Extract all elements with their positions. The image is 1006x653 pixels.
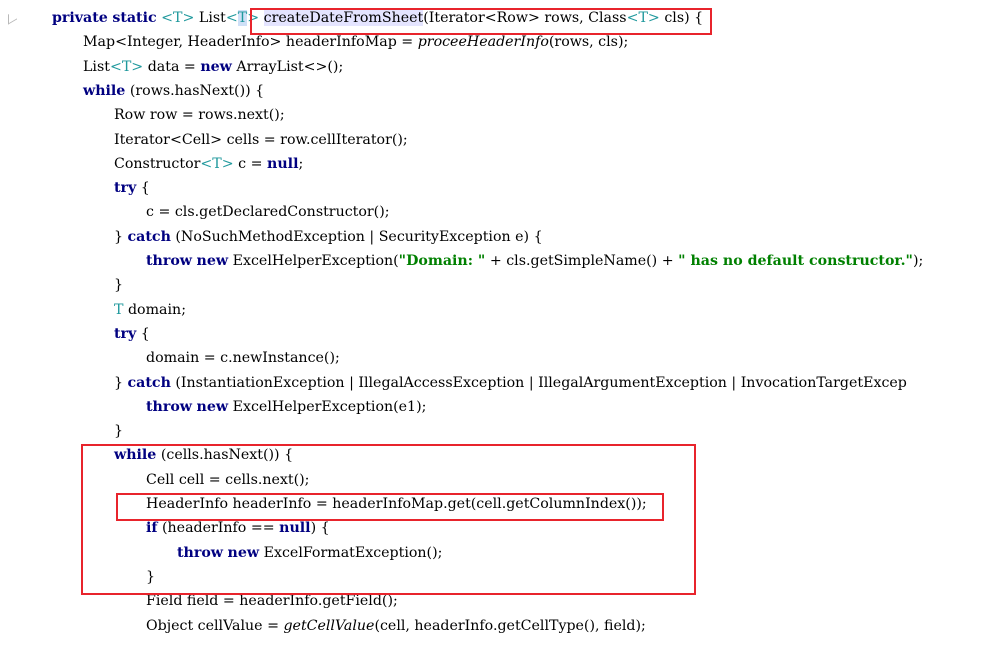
code-token: { [136, 180, 150, 197]
code-token: ; [298, 155, 304, 172]
fold-marker-icon[interactable] [8, 9, 17, 25]
code-token: Field field = headerInfo.getField(); [146, 593, 398, 610]
code-token: (NoSuchMethodException | SecurityExcepti… [170, 228, 543, 245]
code-token: (cell, headerInfo.getCellType(), field); [374, 617, 646, 634]
code-token: try [114, 180, 137, 197]
code-token: Iterator<Cell> cells = row.cellIterator(… [114, 131, 408, 148]
code-line: throw new ExcelHelperException("Domain: … [146, 249, 923, 273]
code-token: } [114, 423, 124, 440]
code-line: throw new ExcelHelperException(e1); [146, 395, 426, 419]
code-token: ExcelHelperException(e1); [228, 398, 427, 415]
method-signature-highlight-box [250, 8, 712, 35]
header-info-line-highlight-box [116, 493, 664, 521]
code-token: throw [146, 253, 193, 269]
code-editor[interactable]: private static <T> List<T> createDateFro… [0, 0, 958, 636]
code-token: data = [143, 58, 201, 75]
code-token: new [196, 398, 229, 415]
code-token: Map<Integer, HeaderInfo> headerInfoMap = [83, 34, 418, 51]
code-line: while (rows.hasNext()) { [83, 79, 264, 103]
code-token: { [136, 325, 150, 342]
code-line: } catch (InstantiationException | Illega… [114, 371, 907, 395]
code-token: static [112, 10, 157, 26]
code-token: proceeHeaderInfo [417, 34, 549, 51]
code-token: < [225, 10, 238, 26]
code-token: (rows, cls); [548, 34, 629, 51]
code-token: (rows.hasNext()) { [125, 82, 265, 99]
code-token: ); [912, 253, 924, 269]
code-token: ExcelHelperException( [228, 253, 399, 269]
code-token: (InstantiationException | IllegalAccessE… [170, 374, 907, 391]
code-token: } [114, 374, 128, 391]
code-token: try [114, 325, 137, 342]
code-token: getCellValue [283, 617, 375, 634]
code-line: } [114, 419, 123, 443]
code-line: try { [114, 322, 150, 346]
code-token: <T> [200, 155, 234, 172]
code-line: domain = c.newInstance(); [146, 346, 340, 370]
code-token: throw [146, 398, 193, 415]
code-line: List<T> data = new ArrayList<>(); [83, 55, 343, 79]
code-line: T domain; [114, 298, 186, 322]
code-token: ArrayList<>(); [231, 58, 344, 75]
page-background [0, 636, 1006, 653]
code-line: } [114, 273, 123, 297]
code-token: while [83, 82, 126, 99]
code-line: Constructor<T> c = null; [114, 152, 303, 176]
code-line: Row row = rows.next(); [114, 103, 285, 127]
code-token: Object cellValue = [146, 617, 284, 634]
code-token: } [114, 277, 124, 294]
code-token: c = [233, 155, 268, 172]
code-token: private [52, 10, 108, 26]
code-token: catch [127, 374, 171, 391]
code-token: new [196, 253, 229, 269]
code-token: <T> [161, 10, 195, 26]
code-token: <T> [109, 58, 144, 75]
code-token: null [267, 155, 299, 172]
code-token: List [194, 10, 226, 26]
code-line: Iterator<Cell> cells = row.cellIterator(… [114, 128, 408, 152]
code-token: List [83, 58, 110, 75]
code-line: Object cellValue = getCellValue(cell, he… [146, 614, 646, 637]
code-line: } catch (NoSuchMethodException | Securit… [114, 225, 543, 249]
code-token: new [200, 58, 232, 75]
code-token: Constructor [114, 155, 201, 172]
code-line: c = cls.getDeclaredConstructor(); [146, 200, 390, 224]
code-token: domain; [123, 301, 186, 318]
code-token: " has no default constructor." [678, 253, 913, 269]
code-token: domain = c.newInstance(); [146, 350, 340, 367]
code-token: } [114, 228, 128, 245]
code-token: catch [127, 228, 171, 245]
code-token: Row row = rows.next(); [114, 107, 285, 124]
code-token: T [237, 10, 248, 26]
code-token: c = cls.getDeclaredConstructor(); [146, 204, 390, 221]
code-token: + cls.getSimpleName() + [485, 253, 679, 269]
code-token: "Domain: " [398, 253, 486, 269]
code-line: try { [114, 176, 150, 200]
